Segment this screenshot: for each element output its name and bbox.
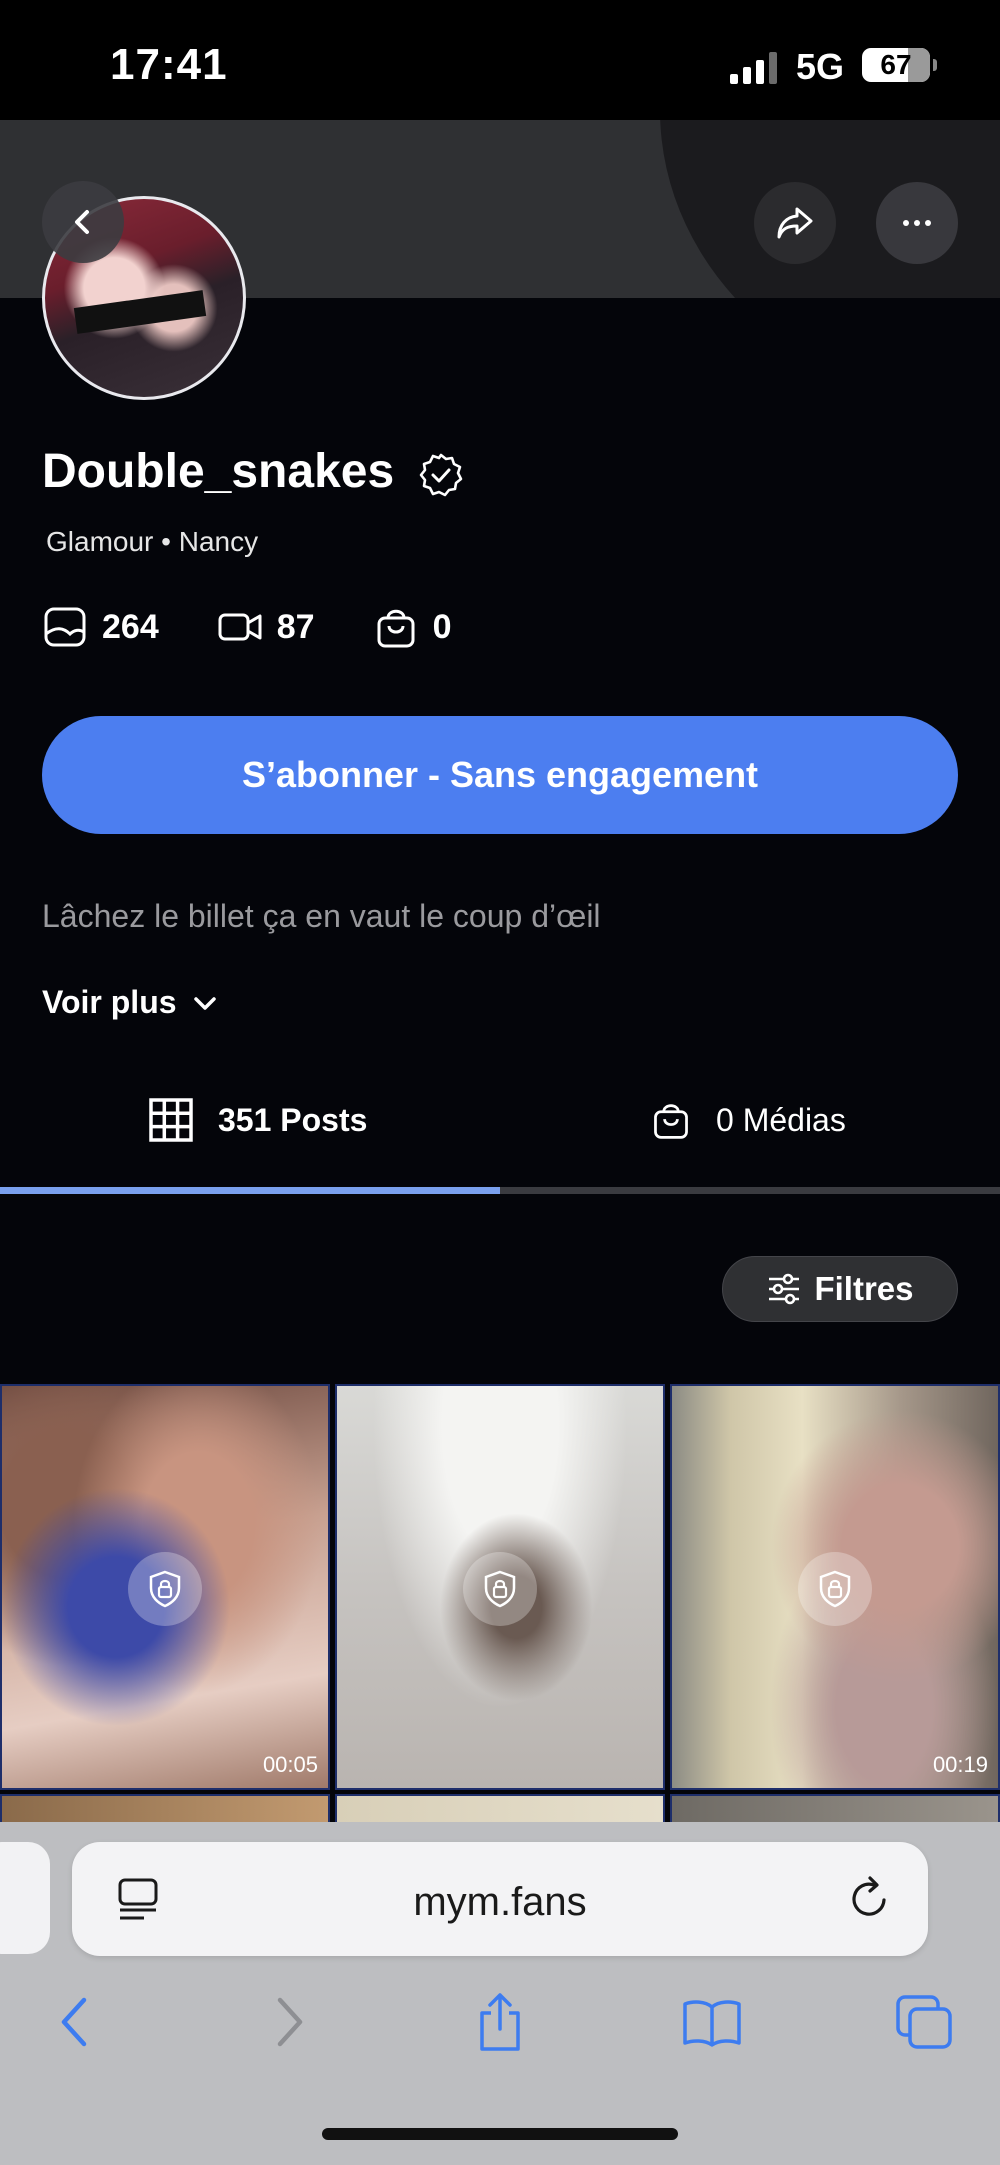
profile-username: Double_snakes: [42, 445, 395, 498]
reload-icon[interactable]: [846, 1874, 892, 1922]
status-time: 17:41: [110, 40, 228, 89]
stat-videos-count: 87: [276, 607, 315, 646]
tab-media[interactable]: 0 Médias: [650, 1070, 846, 1170]
tab-active-indicator: [0, 1187, 500, 1194]
video-duration: 00:19: [932, 1752, 988, 1777]
chevron-left-icon: [75, 210, 89, 234]
filter-button[interactable]: Filtres: [722, 1256, 958, 1322]
share-icon: [480, 1993, 520, 2051]
browser-nav: [0, 1982, 1000, 2082]
battery-icon: 67: [862, 48, 937, 82]
profile-bio: Lâchez le billet ça en vaut le coup d’œi…: [42, 898, 601, 934]
more-options-button[interactable]: [876, 182, 958, 264]
subscribe-button[interactable]: S’abonner - Sans engagement: [42, 716, 958, 834]
tabs-button[interactable]: [884, 1982, 964, 2062]
sliders-icon: [769, 1273, 800, 1305]
see-more-button[interactable]: Voir plus: [42, 984, 219, 1021]
lock-shield-icon: [819, 1570, 851, 1608]
battery-level: 67: [880, 49, 912, 80]
filter-label: Filtres: [814, 1270, 914, 1307]
verified-badge-icon: [419, 453, 463, 497]
chevron-down-icon: [193, 996, 216, 1010]
lock-shield-icon: [484, 1570, 516, 1608]
tab-media-label: 0 Médias: [716, 1101, 846, 1138]
profile-stats: 264 87 0: [42, 604, 509, 650]
grid-icon: [149, 1098, 193, 1142]
chevron-left-icon: [61, 1997, 87, 2047]
browser-share-button[interactable]: [460, 1982, 540, 2062]
post-tile[interactable]: 00:05: [0, 1384, 330, 1790]
tab-posts-label: 351 Posts: [218, 1101, 368, 1138]
stat-photos: 264: [42, 604, 159, 650]
profile-subtitle: Glamour • Nancy: [46, 526, 259, 557]
stat-photos-count: 264: [102, 607, 159, 646]
lock-shield-icon: [149, 1570, 181, 1608]
shopping-bag-icon: [377, 609, 415, 648]
browser-toolbar: mym.fans: [0, 1822, 1000, 2165]
address-bar[interactable]: mym.fans: [72, 1842, 928, 1956]
content-tabs: 351 Posts 0 Médias: [0, 1070, 1000, 1190]
video-duration: 00:05: [262, 1752, 318, 1777]
share-icon: [777, 207, 813, 239]
chevron-right-icon: [277, 1997, 303, 2047]
tabs-icon: [896, 1995, 952, 2049]
lock-button[interactable]: [798, 1552, 872, 1626]
book-icon: [683, 2000, 741, 2047]
back-button[interactable]: [42, 181, 124, 263]
home-indicator: [322, 2128, 678, 2140]
see-more-label: Voir plus: [42, 984, 177, 1020]
status-bar: 17:41 5G 67: [0, 0, 1000, 120]
url-text: mym.fans: [413, 1880, 587, 1924]
lock-button[interactable]: [463, 1552, 537, 1626]
post-tile[interactable]: 00:19: [670, 1384, 1000, 1790]
bookmarks-button[interactable]: [672, 1982, 752, 2062]
tab-posts[interactable]: 351 Posts: [148, 1070, 367, 1170]
share-button[interactable]: [754, 182, 836, 264]
tab-track: [0, 1187, 1000, 1194]
more-icon: [903, 220, 931, 226]
network-label: 5G: [796, 46, 845, 87]
shopping-bag-icon: [654, 1104, 688, 1139]
previous-tab-preview[interactable]: [0, 1842, 50, 1954]
stat-shop: 0: [373, 604, 452, 650]
signal-icon: [730, 52, 777, 84]
post-tile[interactable]: [335, 1384, 665, 1790]
stat-shop-count: 0: [432, 607, 452, 646]
browser-back-button[interactable]: [34, 1982, 114, 2062]
stat-videos: 87: [217, 604, 315, 650]
browser-forward-button[interactable]: [250, 1982, 330, 2062]
video-icon: [218, 613, 262, 641]
photo-icon: [44, 607, 86, 647]
lock-button[interactable]: [128, 1552, 202, 1626]
